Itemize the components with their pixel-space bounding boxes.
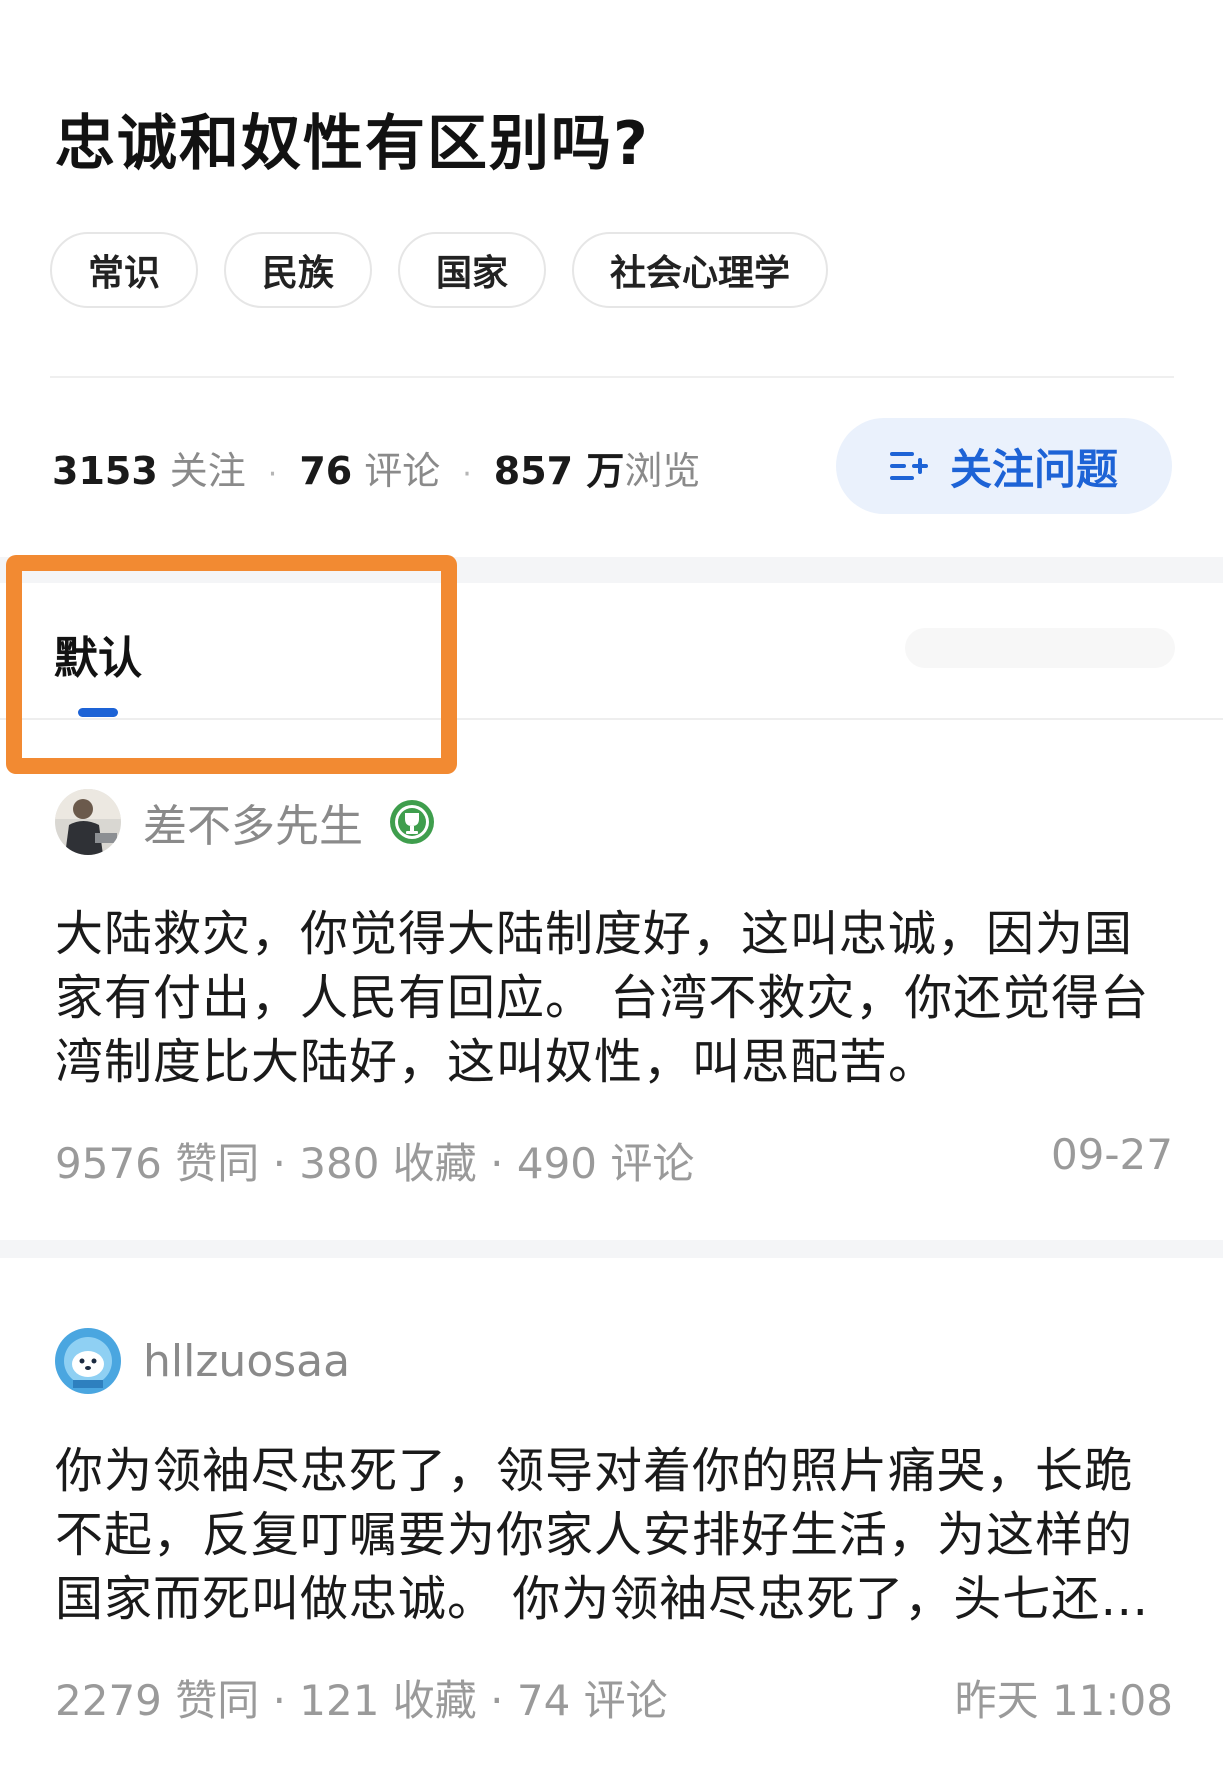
divider bbox=[50, 376, 1174, 378]
question-page: 忠诚和奴性有区别吗? 常识 民族 国家 社会心理学 3153 关注 · 76 评… bbox=[0, 0, 1223, 1779]
trophy-badge-icon bbox=[389, 799, 435, 845]
follow-question-label: 关注问题 bbox=[949, 444, 1118, 494]
question-title: 忠诚和奴性有区别吗? bbox=[55, 109, 650, 179]
stat-separator: · bbox=[267, 457, 278, 492]
avatar[interactable] bbox=[55, 1328, 121, 1394]
highlight-box bbox=[6, 555, 457, 774]
follow-question-button[interactable]: 关注问题 bbox=[836, 418, 1172, 514]
question-stats: 3153 关注 · 76 评论 · 857 万 浏览 bbox=[52, 440, 700, 495]
author-name[interactable]: hllzuosaa bbox=[143, 1336, 350, 1387]
answer-date: 昨天 11:08 bbox=[954, 1676, 1173, 1725]
followers-label: 关注 bbox=[169, 449, 246, 493]
topic-tag[interactable]: 国家 bbox=[398, 232, 547, 308]
topic-tag[interactable]: 社会心理学 bbox=[572, 232, 829, 308]
follow-question-icon bbox=[889, 449, 928, 483]
answer-stats: 9576 赞同 · 380 收藏 · 490 评论 bbox=[55, 1139, 695, 1188]
answer-excerpt[interactable]: 大陆救灾，你觉得大陆制度好，这叫忠诚，因为国家有付出，人民有回应。 台湾不救灾，… bbox=[55, 902, 1175, 1094]
section-separator bbox=[0, 1240, 1223, 1258]
topic-tag[interactable]: 常识 bbox=[50, 232, 199, 308]
answer-author[interactable]: hllzuosaa bbox=[55, 1328, 350, 1394]
answer-meta: 2279 赞同 · 121 收藏 · 74 评论 昨天 11:08 bbox=[55, 1667, 1173, 1728]
avatar[interactable] bbox=[55, 789, 121, 855]
answer-meta: 9576 赞同 · 380 收藏 · 490 评论 09-27 bbox=[55, 1130, 1173, 1191]
comments-count: 76 bbox=[299, 449, 353, 493]
answer-excerpt[interactable]: 你为领袖尽忠死了，领导对着你的照片痛哭，长跪不起，反复叮嘱要为你家人安排好生活，… bbox=[55, 1439, 1175, 1631]
views-label: 浏览 bbox=[624, 449, 701, 493]
comments-label[interactable]: 评论 bbox=[364, 440, 440, 495]
topic-tags: 常识 民族 国家 社会心理学 bbox=[50, 232, 829, 308]
followers-count: 3153 bbox=[52, 449, 158, 493]
answer-author[interactable]: 差不多先生 bbox=[55, 789, 435, 855]
views-count: 857 万 bbox=[493, 449, 625, 493]
answer-date: 09-27 bbox=[1050, 1130, 1173, 1179]
answer-stats: 2279 赞同 · 121 收藏 · 74 评论 bbox=[55, 1676, 668, 1725]
topic-tag[interactable]: 民族 bbox=[224, 232, 373, 308]
author-name[interactable]: 差不多先生 bbox=[143, 790, 363, 854]
blurred-area bbox=[905, 628, 1175, 668]
stat-separator: · bbox=[462, 457, 472, 492]
